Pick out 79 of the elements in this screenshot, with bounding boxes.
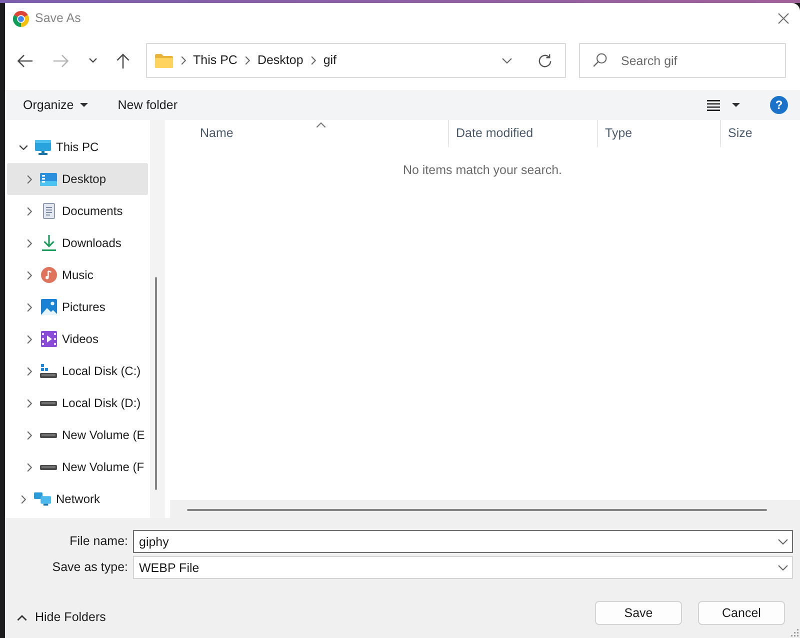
scrollbar-thumb[interactable] — [187, 509, 767, 511]
breadcrumb-item[interactable]: Desktop — [257, 53, 304, 68]
chevron-right-icon[interactable] — [26, 462, 32, 472]
chevron-right-icon[interactable] — [26, 366, 32, 376]
field-label: Save as type: — [52, 560, 128, 575]
chevron-right-icon[interactable] — [181, 56, 186, 65]
music-note-icon — [40, 267, 56, 283]
chevron-right-icon[interactable] — [26, 270, 32, 280]
app-icon — [13, 10, 29, 26]
list-view-icon — [707, 100, 720, 110]
tree-item[interactable]: Downloads — [7, 227, 148, 259]
save-button[interactable]: Save — [595, 601, 682, 625]
chevron-right-icon[interactable] — [26, 430, 32, 440]
up-arrow-icon[interactable] — [116, 52, 130, 68]
download-icon — [42, 235, 56, 251]
file-name-field[interactable]: giphy — [133, 530, 793, 553]
column-header[interactable]: Type — [597, 120, 720, 147]
column-header[interactable]: Name — [165, 120, 448, 147]
chevron-right-icon[interactable] — [26, 334, 32, 344]
search-field[interactable]: Search gif — [579, 43, 786, 78]
tree-item[interactable]: New Volume (F — [7, 451, 148, 483]
network-icon — [34, 492, 51, 506]
resize-grip-icon[interactable] — [790, 628, 799, 637]
chevron-down-icon[interactable] — [502, 58, 512, 64]
back-arrow-icon[interactable] — [17, 54, 33, 68]
view-options-button[interactable] — [705, 98, 742, 112]
chevron-right-icon[interactable] — [26, 238, 32, 248]
desktop-icon — [40, 172, 57, 186]
chevron-right-icon[interactable] — [26, 206, 32, 216]
hide-folders-button[interactable]: Hide Folders — [17, 610, 106, 625]
tree-item[interactable]: Pictures — [7, 291, 148, 323]
tree-item[interactable]: Network — [7, 483, 148, 515]
tree-item[interactable]: Local Disk (C:) — [7, 355, 148, 387]
cancel-button[interactable]: Cancel — [698, 601, 785, 625]
empty-message: No items match your search. — [402, 163, 562, 178]
chevron-right-icon[interactable] — [245, 56, 250, 65]
tree-item[interactable]: Videos — [7, 323, 148, 355]
tree-item[interactable]: Local Disk (D:) — [7, 387, 148, 419]
column-header[interactable]: Date modified — [448, 120, 597, 147]
column-header[interactable]: Size — [720, 120, 800, 147]
chevron-down-icon[interactable] — [778, 539, 788, 545]
tree-item[interactable]: Desktop — [7, 163, 148, 195]
help-button[interactable]: ? — [770, 96, 788, 114]
window-title: Save As — [35, 11, 81, 26]
breadcrumb-item[interactable]: gif — [323, 53, 337, 68]
chevron-right-icon[interactable] — [26, 302, 32, 312]
monitor-icon — [34, 140, 50, 154]
chevron-right-icon[interactable] — [26, 174, 32, 184]
search-icon — [593, 53, 607, 67]
field-label: File name: — [70, 534, 128, 549]
scrollbar-thumb[interactable] — [155, 277, 157, 490]
tree-item[interactable]: This PC — [7, 131, 148, 163]
folder-icon — [155, 54, 173, 68]
caret-down-icon — [732, 103, 740, 107]
drive-icon — [40, 400, 57, 406]
document-icon — [42, 203, 54, 219]
breadcrumb-item[interactable]: This PC — [193, 53, 238, 68]
tree-item[interactable]: Documents — [7, 195, 148, 227]
chevron-right-icon[interactable] — [311, 56, 316, 65]
tree-item[interactable]: Music — [7, 259, 148, 291]
new-folder-button[interactable]: New folder — [112, 96, 182, 114]
system-drive-icon — [40, 364, 57, 378]
organize-button[interactable]: Organize — [18, 96, 93, 114]
close-icon[interactable] — [778, 13, 789, 24]
chevron-right-icon[interactable] — [20, 494, 26, 504]
drive-icon — [40, 464, 57, 470]
address-bar[interactable]: This PC Desktop gif — [146, 43, 566, 78]
video-icon — [40, 331, 56, 347]
chevron-down-icon[interactable] — [89, 58, 97, 63]
tree-item[interactable]: New Volume (E — [7, 419, 148, 451]
chevron-down-icon[interactable] — [778, 565, 788, 571]
refresh-icon[interactable] — [538, 54, 552, 68]
caret-up-icon — [17, 614, 27, 620]
file-type-dropdown[interactable]: WEBP File — [133, 556, 793, 579]
caret-down-icon — [80, 103, 88, 107]
picture-icon — [40, 299, 56, 315]
chevron-right-icon[interactable] — [26, 398, 32, 408]
drive-icon — [40, 432, 57, 438]
chevron-down-icon[interactable] — [18, 144, 28, 150]
